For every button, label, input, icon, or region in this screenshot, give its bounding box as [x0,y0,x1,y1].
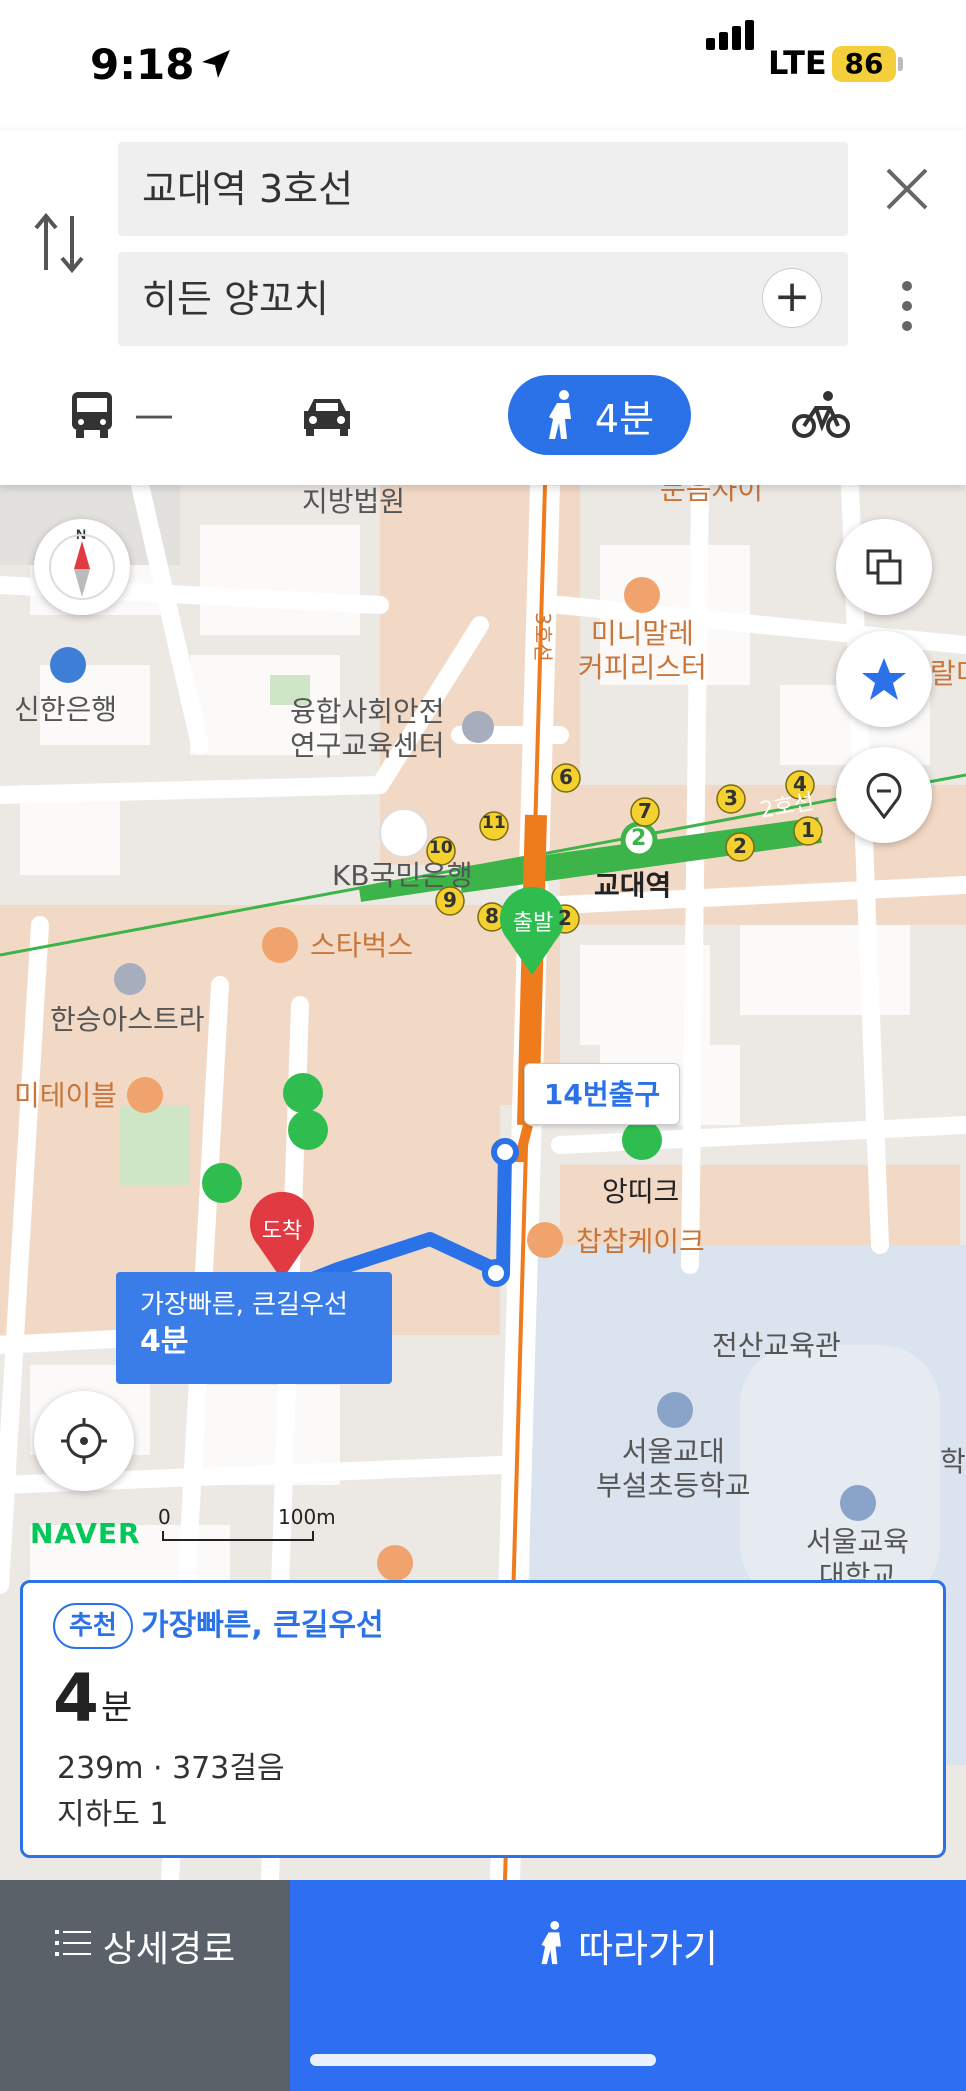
route-search-header: 교대역 3호선 히든 양꼬치 + — 4분 [0,130,966,485]
label-top-orange: 문음자이 [660,485,764,506]
exit-label[interactable]: 14번출구 [524,1063,680,1125]
scale-label: 100m [278,1505,336,1529]
origin-input[interactable]: 교대역 3호선 [118,142,848,236]
my-location-button[interactable] [34,1391,134,1491]
home-indicator[interactable] [310,2054,656,2066]
detail-route-label: 상세경로 [102,1929,236,1970]
walk-icon [548,390,571,439]
route-callout[interactable]: 가장빠른, 큰길우선 4분 [116,1272,392,1384]
route-distance: 239m · 373걸음 [57,1751,285,1786]
destination-text: 히든 양꼬치 [142,277,329,321]
label-right-edge: 학 [940,1445,966,1478]
layers-icon [866,549,902,585]
recommend-badge: 추천 [53,1603,133,1649]
crosshair-icon [61,1418,107,1464]
add-waypoint-button[interactable]: + [762,268,822,328]
exit-number: 6 [559,765,573,789]
label-angtique: 앙띠크 [602,1175,680,1208]
label-meetable: 미테이블 [14,1079,118,1112]
svg-text:N: N [76,526,86,542]
label-right-edge2: 랄미 [930,657,966,690]
bicycle-icon [792,391,850,438]
exit-number: 1 [801,818,815,842]
duration-unit: 분 [101,1688,133,1728]
place-button[interactable] [836,747,932,843]
walk-icon [541,1920,562,1965]
callout-title: 가장빠른, 큰길우선 [140,1290,348,1320]
end-marker[interactable]: 도착 [258,1213,306,1245]
scale-bar [162,1531,314,1541]
label-station: 교대역 [594,869,672,902]
label-center: 융합사회안전 연구교육센터 [290,695,445,762]
bottom-bar: 상세경로 따라가기 [0,1880,966,2091]
transport-modes: — 4분 [0,375,966,465]
route-subinfo: 지하도 1 [57,1797,169,1832]
walk-time: 4분 [594,396,655,441]
label-starbucks: 스타벅스 [310,929,414,962]
destination-input[interactable]: 히든 양꼬치 + [118,252,848,346]
route-summary-card[interactable]: 추천 가장빠른, 큰길우선 4 분 239m · 373걸음 지하도 1 [20,1580,946,1858]
network-type: LTE [768,44,827,82]
line2-badge: 2 [631,826,647,851]
star-icon [862,658,906,700]
layers-button[interactable] [836,519,932,615]
location-arrow-icon [202,50,230,78]
label-court: 지방법원 [302,485,406,518]
compass-button[interactable]: N [34,519,130,615]
label-chapchap: 찹찹케이크 [576,1225,705,1258]
label-line3: 3호선 [530,612,555,662]
more-icon[interactable] [895,278,919,334]
exit-number: 7 [638,799,652,823]
close-icon[interactable] [882,164,932,214]
favorite-button[interactable] [836,631,932,727]
mode-car[interactable] [300,375,354,455]
battery-tip [898,57,903,71]
status-time: 9:18 [90,40,195,89]
battery-icon: 86 [832,46,896,82]
exit-number: 8 [485,904,499,928]
location-pin-icon [866,772,902,819]
status-bar: 9:18 LTE 86 [0,0,966,130]
detail-route-button[interactable]: 상세경로 [0,1880,290,2091]
car-icon [304,399,350,436]
label-hanseung: 한승아스트라 [50,1003,205,1036]
mode-transit[interactable]: — [70,375,174,455]
mode-walk[interactable]: 4분 [508,375,691,455]
exit-number: 2 [733,834,747,858]
label-school: 서울교대 부설초등학교 [596,1435,751,1502]
follow-label: 따라가기 [578,1927,718,1971]
label-edu-center: 전산교육관 [712,1329,841,1362]
mode-bike[interactable] [792,375,850,455]
callout-duration: 4분 [140,1324,189,1359]
label-kb: KB국민은행 [332,859,473,892]
bus-icon [72,392,112,438]
label-shinhan: 신한은행 [14,693,118,726]
exit-number: 2 [558,906,572,930]
exit-number: 3 [724,786,738,810]
compass-icon: N [49,526,115,600]
duration-number: 4 [53,1660,99,1737]
naver-logo: NAVER [30,1517,141,1550]
label-cafe: 미니말레 커피리스터 [578,617,707,684]
exit-number: 11 [482,813,506,833]
transit-time: — [134,392,174,438]
list-icon [54,1930,91,1956]
start-marker[interactable]: 출발 [510,905,556,937]
exit-number: 10 [429,838,453,858]
route-title: 가장빠른, 큰길우선 [141,1608,384,1643]
scale-zero: 0 [158,1505,171,1529]
swap-icon[interactable] [32,210,86,276]
